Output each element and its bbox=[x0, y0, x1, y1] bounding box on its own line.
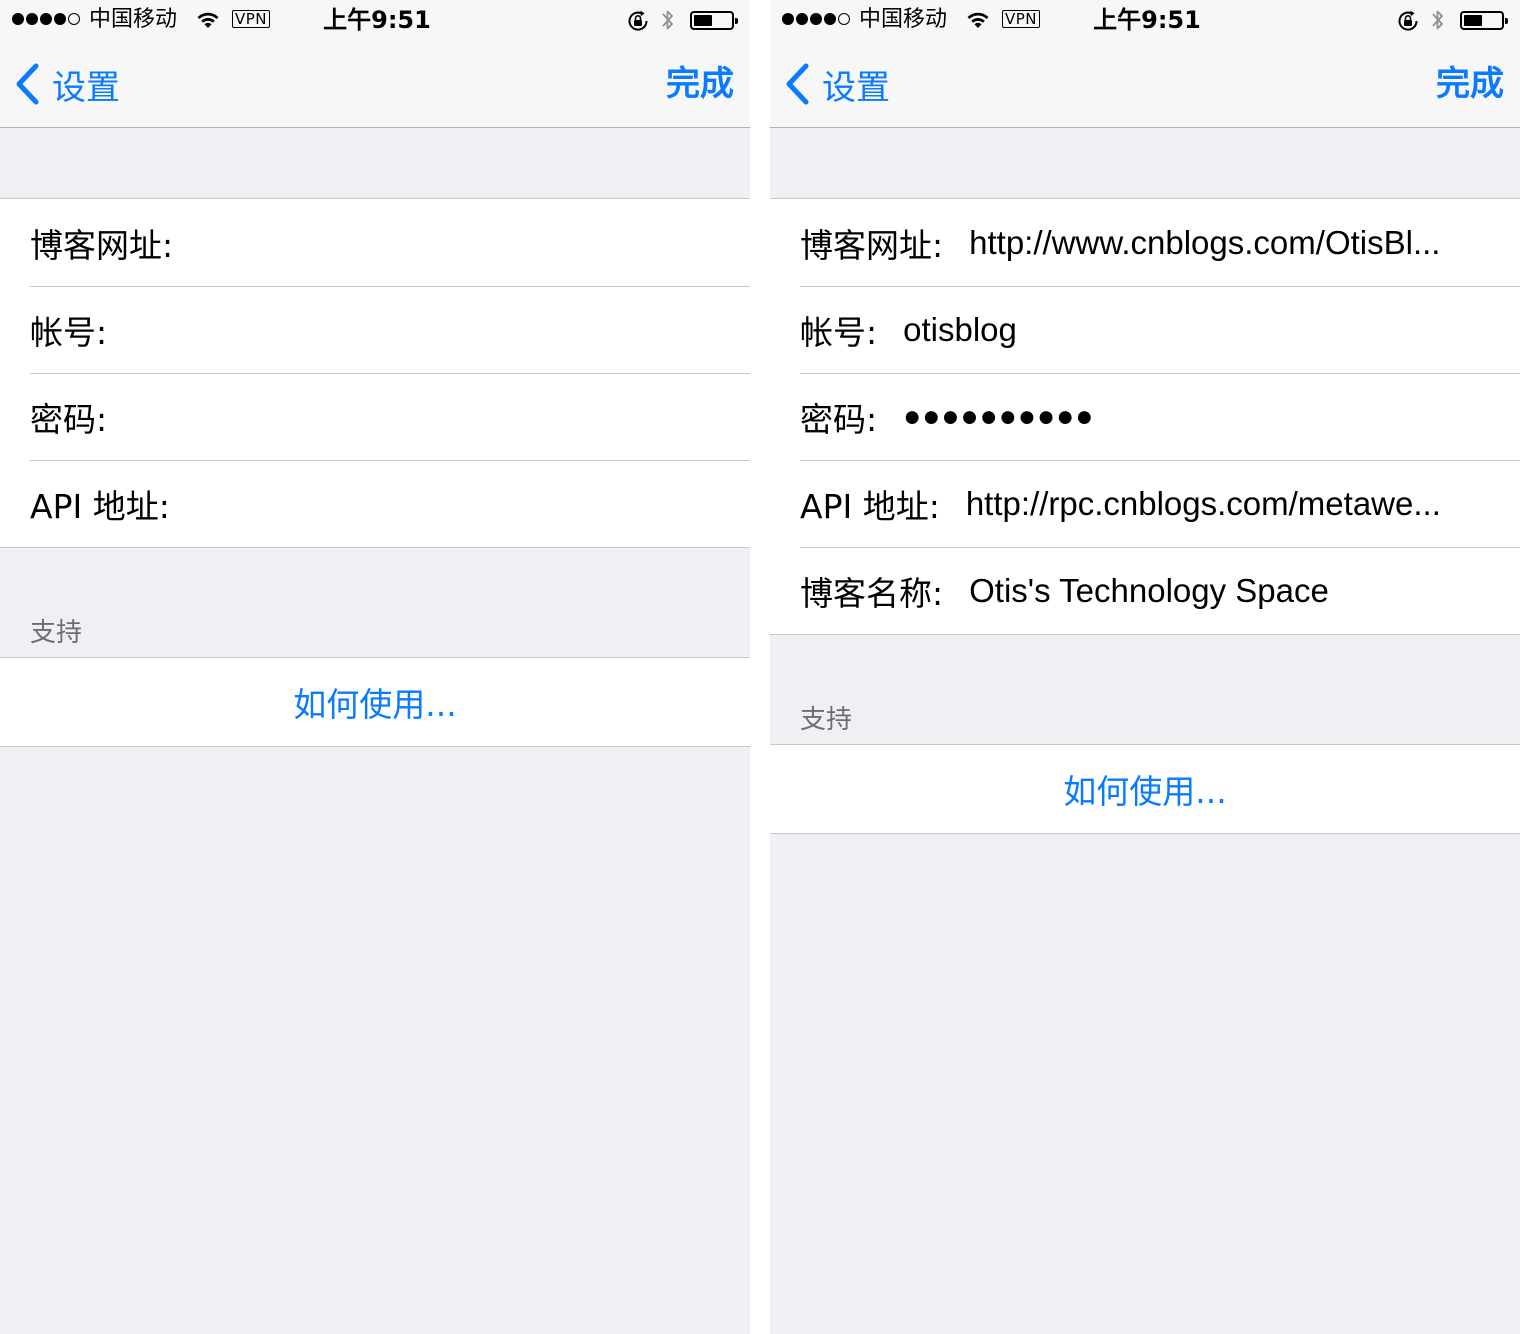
back-button-label: 设置 bbox=[822, 67, 890, 108]
status-time: 上午9:51 bbox=[323, 6, 431, 34]
blog-settings-group: 博客网址: 帐号: 密码: API 地址: bbox=[0, 198, 750, 548]
battery-icon bbox=[1460, 11, 1508, 30]
account-field[interactable]: 帐号: bbox=[0, 286, 750, 373]
field-value[interactable]: ●●●●●●●●●● bbox=[903, 400, 1506, 434]
field-label: 帐号: bbox=[800, 312, 878, 352]
navigation-bar: 设置 完成 bbox=[770, 40, 1520, 128]
field-value[interactable]: http://rpc.cnblogs.com/metawe... bbox=[966, 485, 1506, 523]
done-button[interactable]: 完成 bbox=[666, 60, 734, 108]
battery-icon bbox=[690, 11, 738, 30]
back-button[interactable]: 设置 bbox=[784, 60, 890, 108]
field-label: 帐号: bbox=[30, 312, 108, 352]
battery-fill bbox=[694, 15, 712, 26]
account-field[interactable]: 帐号: otisblog bbox=[770, 286, 1520, 373]
blog-url-field[interactable]: 博客网址: http://www.cnblogs.com/OtisBl... bbox=[770, 199, 1520, 286]
field-value[interactable]: otisblog bbox=[903, 311, 1506, 349]
bluetooth-icon bbox=[1430, 7, 1446, 39]
field-label: 博客网址: bbox=[30, 225, 174, 265]
battery-fill bbox=[1464, 15, 1482, 26]
settings-screen-empty: 中国移动 VPN 上午9:51 设置 完成 博客网址: 帐号: 密码: API … bbox=[0, 0, 750, 1334]
how-to-use-link[interactable]: 如何使用... bbox=[0, 658, 750, 746]
field-label: API 地址: bbox=[800, 486, 940, 526]
rotation-lock-icon bbox=[1396, 9, 1420, 39]
field-value[interactable]: http://www.cnblogs.com/OtisBl... bbox=[969, 224, 1506, 262]
support-group: 如何使用... bbox=[770, 744, 1520, 834]
blog-url-field[interactable]: 博客网址: bbox=[0, 199, 750, 286]
navigation-bar: 设置 完成 bbox=[0, 40, 750, 128]
support-section-header: 支持 bbox=[30, 618, 83, 648]
field-label: API 地址: bbox=[30, 486, 170, 526]
back-button-label: 设置 bbox=[52, 67, 120, 108]
blog-settings-group: 博客网址: http://www.cnblogs.com/OtisBl... 帐… bbox=[770, 198, 1520, 635]
support-section-header: 支持 bbox=[800, 705, 853, 735]
status-bar: 中国移动 VPN 上午9:51 bbox=[770, 0, 1520, 40]
field-label: 密码: bbox=[30, 399, 108, 439]
chevron-left-icon bbox=[784, 63, 810, 105]
done-button[interactable]: 完成 bbox=[1436, 60, 1504, 108]
support-group: 如何使用... bbox=[0, 657, 750, 747]
chevron-left-icon bbox=[14, 63, 40, 105]
field-value[interactable]: Otis's Technology Space bbox=[969, 572, 1506, 610]
status-time: 上午9:51 bbox=[1093, 6, 1201, 34]
rotation-lock-icon bbox=[626, 9, 650, 39]
password-field[interactable]: 密码: ●●●●●●●●●● bbox=[770, 373, 1520, 460]
how-to-use-link[interactable]: 如何使用... bbox=[770, 745, 1520, 833]
password-field[interactable]: 密码: bbox=[0, 373, 750, 460]
api-url-field[interactable]: API 地址: bbox=[0, 460, 750, 547]
field-label: 博客名称: bbox=[800, 573, 944, 613]
blog-name-field[interactable]: 博客名称: Otis's Technology Space bbox=[770, 547, 1520, 634]
bluetooth-icon bbox=[660, 7, 676, 39]
settings-screen-filled: 中国移动 VPN 上午9:51 设置 完成 博客网址: http://www.c… bbox=[770, 0, 1520, 1334]
status-bar: 中国移动 VPN 上午9:51 bbox=[0, 0, 750, 40]
field-label: 博客网址: bbox=[800, 225, 944, 265]
field-label: 密码: bbox=[800, 399, 878, 439]
back-button[interactable]: 设置 bbox=[14, 60, 120, 108]
api-url-field[interactable]: API 地址: http://rpc.cnblogs.com/metawe... bbox=[770, 460, 1520, 547]
